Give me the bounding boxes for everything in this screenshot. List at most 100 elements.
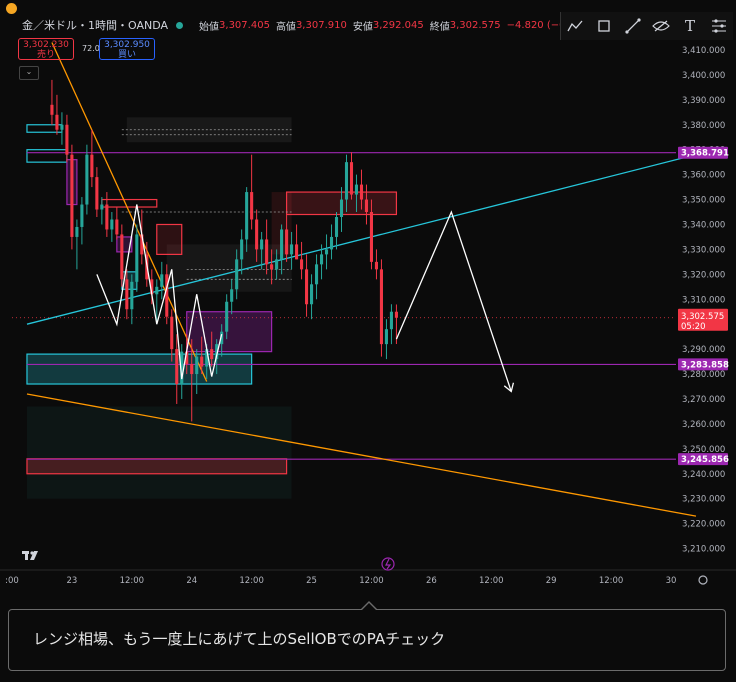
y-tick-label: 3,230.000 xyxy=(682,495,725,505)
candle-body xyxy=(75,226,79,237)
low-label: 安値 xyxy=(352,21,373,33)
candle-body xyxy=(349,162,354,195)
candle-body xyxy=(50,104,54,115)
line-tool-icon[interactable] xyxy=(624,17,642,35)
x-tick-label: 12:00 xyxy=(239,576,264,586)
logo-stem xyxy=(25,551,28,560)
candle-body xyxy=(80,204,84,227)
x-tick-label: 29 xyxy=(546,576,557,586)
y-tick-label: 3,350.000 xyxy=(682,196,725,206)
x-tick-label: 25 xyxy=(306,576,317,586)
candle-body xyxy=(295,244,299,260)
symbol-title[interactable]: 金／米ドル・1時間・OANDA xyxy=(22,17,168,33)
candle-body xyxy=(339,199,344,217)
y-tick-label: 3,410.000 xyxy=(682,46,725,56)
candle-body xyxy=(389,311,393,330)
candle-body xyxy=(230,289,234,302)
high-label: 高値 xyxy=(275,21,296,33)
settings-list-icon[interactable] xyxy=(710,17,728,35)
candle-body xyxy=(359,184,364,200)
candle-body xyxy=(225,301,229,332)
candle-body xyxy=(319,254,324,265)
collapse-chevron-icon[interactable]: ⌄ xyxy=(19,66,39,80)
candle-body xyxy=(200,356,204,367)
text-icon[interactable]: T xyxy=(681,17,699,35)
sell-label: 売り xyxy=(36,50,55,60)
y-tick-label: 3,310.000 xyxy=(682,295,725,305)
buy-price: 3,302.950 xyxy=(104,40,150,50)
y-tick-label: 3,330.000 xyxy=(682,245,725,255)
candle-body xyxy=(125,279,129,310)
candle-body xyxy=(314,264,319,285)
low-value: 3,292.045 xyxy=(372,19,424,31)
x-tick-label: 12:00 xyxy=(120,576,145,586)
drawing-toolbar: T xyxy=(560,12,733,40)
candle-body xyxy=(364,199,369,213)
candle-body xyxy=(260,239,264,250)
x-tick-label: 26 xyxy=(426,576,437,586)
gold-coin-icon xyxy=(6,3,17,14)
buy-button[interactable]: 3,302.950 買い xyxy=(99,38,155,60)
current-price-label: 3,302.575 xyxy=(681,312,724,322)
trend-line-icon[interactable] xyxy=(566,17,584,35)
candle-body xyxy=(379,269,383,345)
caption-box: レンジ相場、もう一度上にあげて上のSellOBでのPAチェック xyxy=(8,609,726,671)
candle-body xyxy=(374,261,378,270)
candle-body xyxy=(135,234,139,282)
candle-body xyxy=(70,154,74,237)
candle-body xyxy=(324,249,329,255)
candle-body xyxy=(175,349,179,385)
y-tick-label: 3,270.000 xyxy=(682,395,725,405)
eye-hidden-icon[interactable] xyxy=(652,17,671,35)
price-chart[interactable]: 3,210.0003,220.0003,230.0003,240.0003,25… xyxy=(0,0,736,600)
candle-body xyxy=(354,184,359,195)
level-price-label: 3,245.856 xyxy=(681,455,729,465)
candle-body xyxy=(305,269,309,305)
candle-body xyxy=(280,229,284,260)
candle-body xyxy=(384,329,388,345)
sell-button[interactable]: 3,302.230 売り xyxy=(18,38,74,60)
candle-body xyxy=(55,114,59,130)
candle-body xyxy=(130,281,134,310)
candle-body xyxy=(210,349,214,360)
candle-body xyxy=(110,219,114,230)
x-tick-label: :00 xyxy=(5,576,19,586)
candle-body xyxy=(115,219,119,235)
countdown-label: 05:20 xyxy=(681,322,706,332)
candle-body xyxy=(265,239,269,265)
candle-body xyxy=(190,364,194,375)
x-tick-label: 12:00 xyxy=(479,576,504,586)
candle-body xyxy=(290,244,294,255)
candle-body xyxy=(329,236,334,250)
candle-body xyxy=(255,219,259,250)
candle-body xyxy=(270,264,274,270)
candle-body xyxy=(235,259,239,290)
candle-body xyxy=(310,284,314,305)
candle-body xyxy=(344,162,349,200)
candle-body xyxy=(170,316,174,350)
x-tick-label: 30 xyxy=(666,576,677,586)
caption-pointer-inner xyxy=(362,603,376,610)
y-tick-label: 3,390.000 xyxy=(682,96,725,106)
candle-body xyxy=(95,177,99,210)
open-value: 3,307.405 xyxy=(219,19,270,31)
y-tick-label: 3,290.000 xyxy=(682,345,725,355)
rectangle-icon[interactable] xyxy=(595,17,613,35)
y-tick-label: 3,360.000 xyxy=(682,171,725,181)
y-tick-label: 3,220.000 xyxy=(682,520,725,530)
candle-body xyxy=(334,216,339,237)
candle-body xyxy=(65,124,69,155)
market-status-dot xyxy=(176,21,184,29)
shaded-area xyxy=(26,406,292,499)
y-tick-label: 3,340.000 xyxy=(682,220,725,230)
y-tick-label: 3,400.000 xyxy=(682,71,725,81)
x-tick-label: 24 xyxy=(186,576,197,586)
close-value: 3,302.575 xyxy=(449,19,501,31)
y-tick-label: 3,380.000 xyxy=(682,121,725,131)
x-tick-label: 23 xyxy=(66,576,77,586)
candle-body xyxy=(160,274,164,287)
candle-body xyxy=(300,259,304,270)
order-block-zone xyxy=(186,311,273,353)
symbol-header: 金／米ドル・1時間・OANDA 始値 3,307.405 高値 3,307.91… xyxy=(0,14,595,36)
candle-body xyxy=(100,204,104,210)
